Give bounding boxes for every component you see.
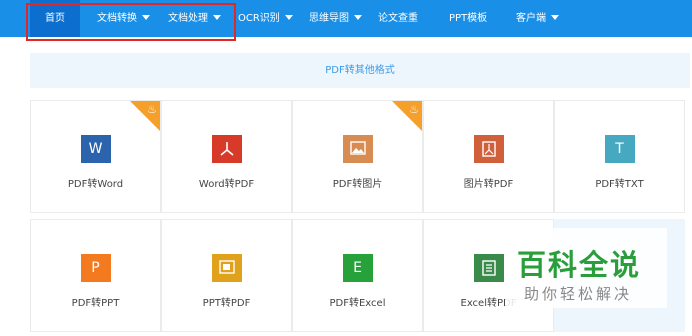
nav-plagiarism-label: 论文查重 <box>378 13 418 24</box>
tool-pdf-to-txt[interactable]: T PDF转TXT <box>554 100 685 213</box>
tool-pdf-to-image[interactable]: PDF转图片 ♨ <box>292 100 423 213</box>
tool-image-to-pdf[interactable]: 图片转PDF <box>423 100 554 213</box>
chevron-down-icon <box>551 14 559 20</box>
nav-ocr[interactable]: OCR识别 <box>238 0 293 37</box>
nav-mindmap[interactable]: 思维导图 <box>309 0 362 37</box>
tool-label: PDF转TXT <box>595 179 644 190</box>
nav-ppt-template[interactable]: PPT模板 <box>449 0 487 37</box>
nav-doc-process[interactable]: 文档处理 <box>168 0 221 37</box>
tool-word-to-pdf[interactable]: Word转PDF <box>161 100 292 213</box>
tool-ppt-to-pdf[interactable]: PPT转PDF <box>161 219 292 332</box>
excel-pdf-icon <box>473 254 504 282</box>
excel-icon: E <box>342 254 373 282</box>
word-icon: W <box>80 135 111 163</box>
chevron-down-icon <box>284 14 293 20</box>
nav-client[interactable]: 客户端 <box>516 0 559 37</box>
tool-label: PDF转PPT <box>71 298 120 309</box>
tool-label: PDF转Excel <box>329 298 386 309</box>
txt-icon: T <box>604 135 635 163</box>
fire-icon: ♨ <box>409 103 419 116</box>
chevron-down-icon <box>213 14 221 20</box>
fire-icon: ♨ <box>147 103 157 116</box>
nav-doc-convert[interactable]: 文档转换 <box>97 0 150 37</box>
watermark-subtitle: 助你轻松解决 <box>524 285 633 303</box>
section-header: PDF转其他格式 <box>30 53 690 88</box>
nav-doc-process-label: 文档处理 <box>168 13 208 24</box>
chevron-down-icon <box>354 14 362 20</box>
tool-label: PPT转PDF <box>202 298 251 309</box>
chevron-down-icon <box>142 14 150 20</box>
tool-pdf-to-word[interactable]: W PDF转Word ♨ <box>30 100 161 213</box>
ppt-icon: P <box>80 254 111 282</box>
tool-pdf-to-excel[interactable]: E PDF转Excel <box>292 219 423 332</box>
tool-label: Word转PDF <box>198 179 255 190</box>
nav-home[interactable]: 首页 <box>30 0 80 37</box>
top-navbar: 首页 文档转换 文档处理 OCR识别 思维导图 论文查重 PPT模板 客户端 <box>0 0 692 37</box>
tool-label: PDF转Word <box>67 179 124 190</box>
nav-ocr-label: OCR识别 <box>238 13 280 24</box>
watermark-logo: 百科全说 助你轻松解决 <box>505 228 667 308</box>
nav-client-label: 客户端 <box>516 13 546 24</box>
nav-home-label: 首页 <box>45 13 65 24</box>
section-title: PDF转其他格式 <box>325 65 395 76</box>
tool-label: PDF转图片 <box>332 179 383 190</box>
slide-icon <box>211 254 242 282</box>
nav-mindmap-label: 思维导图 <box>309 13 349 24</box>
watermark-title: 百科全说 <box>517 248 642 282</box>
tool-pdf-to-ppt[interactable]: P PDF转PPT <box>30 219 161 332</box>
nav-ppt-template-label: PPT模板 <box>449 13 488 24</box>
image-icon <box>342 135 373 163</box>
pdf-icon <box>211 135 242 163</box>
pdf-doc-icon <box>473 135 504 163</box>
nav-plagiarism[interactable]: 论文查重 <box>378 0 418 37</box>
tool-label: 图片转PDF <box>463 179 514 190</box>
nav-doc-convert-label: 文档转换 <box>97 13 137 24</box>
